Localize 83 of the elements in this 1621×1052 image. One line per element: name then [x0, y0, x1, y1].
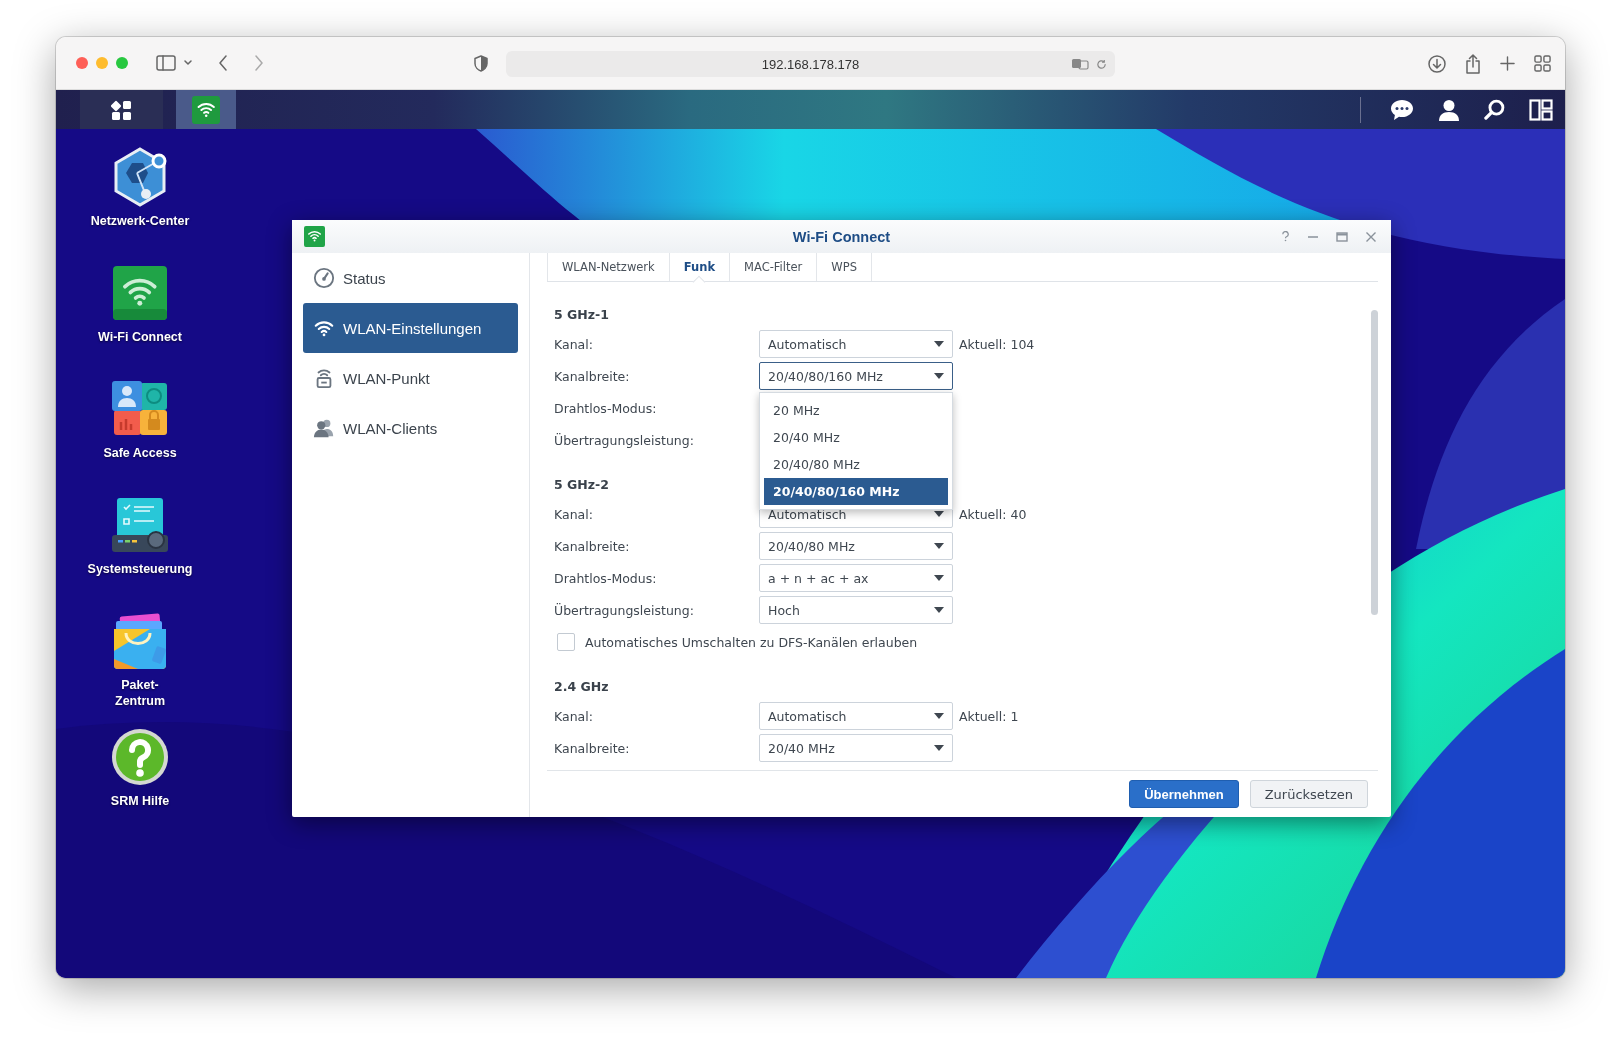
caret-icon: [934, 575, 944, 581]
dropdown-field[interactable]: 20/40/80 MHz: [759, 532, 953, 560]
back-icon[interactable]: [218, 55, 228, 71]
main-menu-button[interactable]: [80, 90, 163, 129]
wifi-app-icon[interactable]: [110, 263, 170, 323]
caret-icon: [934, 373, 944, 379]
desktop-icon-label[interactable]: Safe Access: [103, 445, 177, 461]
section-heading: 2.4 GHz: [554, 678, 609, 694]
tab[interactable]: WLAN-Netzwerk: [547, 253, 670, 281]
field-label: Kanal:: [554, 506, 594, 522]
tab-overview-icon[interactable]: [1534, 55, 1551, 72]
field-label: Übertragungsleistung:: [554, 602, 695, 618]
close-icon[interactable]: [1365, 230, 1377, 243]
window-title: Wi-Fi Connect: [792, 228, 891, 245]
desktop-icon-label[interactable]: Netzwerk-Center: [90, 213, 190, 229]
dropdown-option[interactable]: 20/40 MHz: [764, 424, 948, 451]
tab[interactable]: MAC-Filter: [730, 253, 818, 281]
users-icon: [313, 417, 335, 439]
apply-button[interactable]: Übernehmen: [1129, 780, 1239, 808]
desktop-icon-label[interactable]: Systemsteuerung: [87, 561, 193, 577]
caret-icon: [934, 543, 944, 549]
current-value: Aktuell: 40: [959, 506, 1027, 522]
reset-button[interactable]: Zurücksetzen: [1249, 780, 1368, 808]
sidebar-item[interactable]: WLAN-Punkt: [303, 353, 518, 403]
dropdown-field[interactable]: 20/40/80/160 MHz: [759, 362, 953, 390]
address-bar[interactable]: 192.168.178.178: [506, 51, 1115, 77]
sidebar-item[interactable]: WLAN-Einstellungen: [303, 303, 518, 353]
desktop-icon-label[interactable]: Wi-Fi Connect: [98, 329, 182, 345]
grid-icon: [110, 98, 133, 121]
chevron-down-icon[interactable]: [184, 60, 192, 66]
sidebar-icon[interactable]: [156, 55, 176, 71]
current-value: Aktuell: 1: [959, 708, 1019, 724]
dropdown-option[interactable]: 20/40/80/160 MHz: [764, 478, 948, 505]
dropdown-field[interactable]: Hoch: [759, 596, 953, 624]
search-icon[interactable]: [1484, 99, 1505, 120]
dropdown-option[interactable]: 20 MHz: [764, 397, 948, 424]
wifi-app-icon: [192, 95, 220, 124]
field-label: Kanalbreite:: [554, 740, 631, 756]
checkbox[interactable]: [557, 633, 575, 651]
dropdown-field[interactable]: Automatisch: [759, 702, 953, 730]
download-icon[interactable]: [1428, 54, 1446, 73]
shield-icon[interactable]: [474, 54, 488, 72]
checkbox-label: Automatisches Umschalten zu DFS-Kanälen erlauben: [585, 634, 918, 650]
user-icon[interactable]: [1438, 98, 1460, 121]
current-value: Aktuell: 104: [959, 336, 1035, 352]
wifi-app-icon: [304, 226, 325, 247]
maximize-icon[interactable]: [1336, 230, 1348, 243]
reload-icon[interactable]: [1096, 59, 1107, 70]
desktop-icon-label[interactable]: SRM Hilfe: [110, 793, 170, 809]
section-heading: 5 GHz-2: [554, 476, 609, 492]
caret-icon: [934, 745, 944, 751]
question-mark-icon[interactable]: [110, 727, 170, 787]
dropdown-option[interactable]: 20/40/80 MHz: [764, 451, 948, 478]
tab[interactable]: WPS: [817, 253, 872, 281]
tab[interactable]: Funk: [669, 253, 731, 281]
caret-icon: [934, 341, 944, 347]
sidebar-item[interactable]: WLAN-Clients: [303, 403, 518, 453]
control-panel-icon[interactable]: [110, 495, 170, 555]
dropdown-field[interactable]: Automatisch: [759, 330, 953, 358]
field-label: Drahtlos-Modus:: [554, 570, 658, 586]
dropdown-field[interactable]: a + n + ac + ax: [759, 564, 953, 592]
field-label: Kanal:: [554, 708, 594, 724]
field-label: Übertragungsleistung:: [554, 432, 695, 448]
widgets-icon[interactable]: [1529, 98, 1553, 121]
taskbar-app-button[interactable]: [176, 90, 236, 129]
field-label: Kanalbreite:: [554, 538, 631, 554]
field-label: Kanalbreite:: [554, 368, 631, 384]
gauge-icon: [313, 267, 335, 289]
chat-icon[interactable]: [1390, 98, 1414, 121]
caret-icon: [934, 607, 944, 613]
dropdown-field[interactable]: 20/40 MHz: [759, 734, 953, 762]
caret-icon: [934, 713, 944, 719]
help-icon[interactable]: [1281, 231, 1290, 242]
field-label: Drahtlos-Modus:: [554, 400, 658, 416]
desktop-icon-label[interactable]: Paket- Zentrum: [115, 677, 165, 709]
section-heading: 5 GHz-1: [554, 306, 609, 322]
field-label: Kanal:: [554, 336, 594, 352]
translate-icon[interactable]: [1071, 58, 1089, 70]
sidebar-item[interactable]: Status: [303, 253, 518, 303]
share-icon[interactable]: [1465, 53, 1481, 74]
close-button[interactable]: [76, 57, 88, 69]
new-tab-icon[interactable]: [1500, 56, 1515, 71]
scrollbar[interactable]: [1371, 310, 1378, 615]
